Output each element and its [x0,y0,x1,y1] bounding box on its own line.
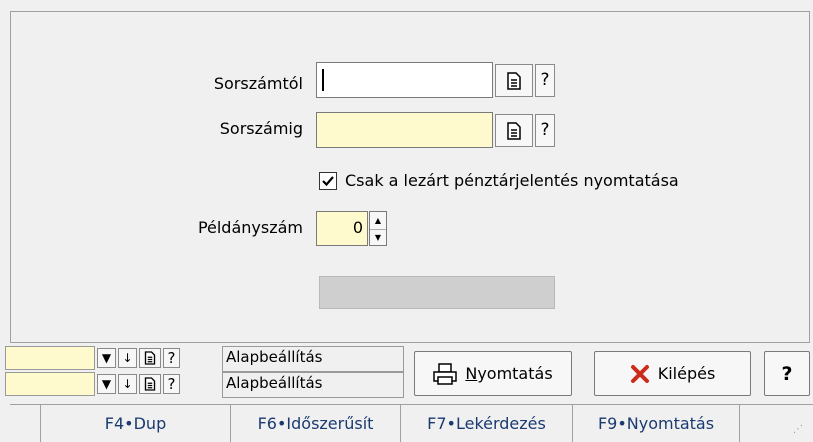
fkey-dup[interactable]: F4•Dup [40,405,230,442]
closed-only-checkbox[interactable] [319,172,337,190]
down-arrow-icon[interactable]: ↓ [118,374,137,394]
text-caret [322,69,324,91]
from-label: Sorszámtól [213,74,303,93]
question-icon: ? [781,362,793,385]
spin-down-icon[interactable]: ▼ [370,230,386,247]
copies-label: Példányszám [197,218,303,237]
preset-input[interactable] [5,346,95,370]
question-icon: ? [540,70,550,90]
to-label: Sorszámig [219,119,303,138]
progress-bar [319,276,555,309]
closed-only-label[interactable]: Csak a lezárt pénztárjelentés nyomtatása [345,170,679,192]
from-input[interactable] [316,62,493,98]
copies-input[interactable]: 0 [316,211,368,246]
print-button[interactable]: Nyomtatás [414,351,572,396]
help-button[interactable]: ? [764,351,810,396]
close-icon [630,364,649,383]
document-icon [507,121,521,140]
preset-label: Alapbeállítás [222,346,404,372]
fkey-print[interactable]: F9•Nyomtatás [572,405,740,442]
dropdown-arrow-icon[interactable]: ▼ [97,348,116,368]
preset-label: Alapbeállítás [222,372,404,398]
question-icon[interactable]: ? [163,348,180,368]
to-input[interactable] [316,112,493,148]
question-icon: ? [540,120,550,140]
down-arrow-icon[interactable]: ↓ [118,348,137,368]
to-lookup-button[interactable] [495,114,533,147]
exit-button[interactable]: Kilépés [594,351,751,396]
document-icon [507,71,521,90]
resize-grip-icon[interactable]: ⋰ [793,424,803,435]
checkmark-icon [322,176,334,187]
exit-label: Kilépés [657,364,716,383]
dropdown-arrow-icon[interactable]: ▼ [97,374,116,394]
from-help-button[interactable]: ? [535,64,555,97]
from-lookup-button[interactable] [495,64,533,97]
fkey-query[interactable]: F7•Lekérdezés [400,405,572,442]
question-icon[interactable]: ? [163,374,180,394]
document-icon[interactable] [139,374,161,394]
printer-icon [433,362,458,385]
to-help-button[interactable]: ? [535,114,555,147]
spin-up-icon[interactable]: ▲ [370,212,386,230]
document-icon[interactable] [139,348,161,368]
print-label: Nyomtatás [465,364,553,383]
copies-spinner[interactable]: ▲ ▼ [369,211,387,246]
fkey-refresh[interactable]: F6•Időszerűsít [230,405,400,442]
preset-input[interactable] [5,372,95,396]
